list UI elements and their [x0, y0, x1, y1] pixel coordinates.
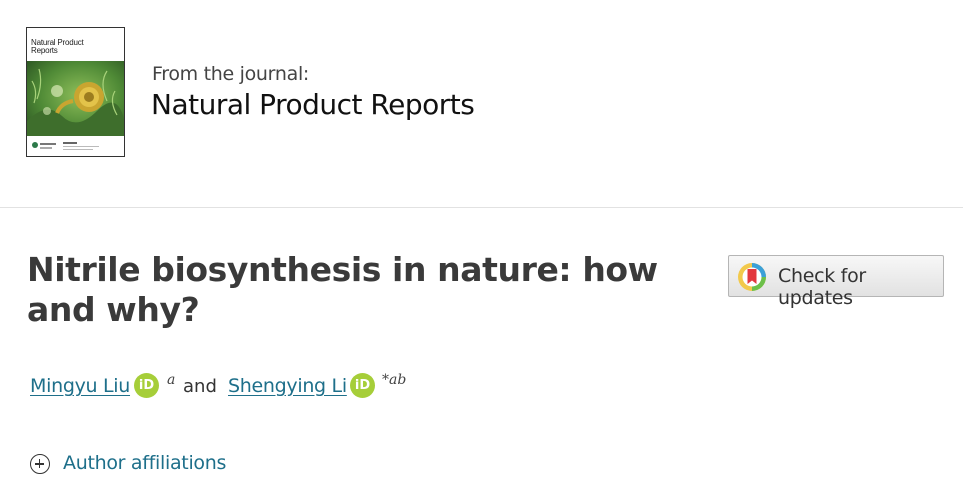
journal-header: Natural Product Reports From the journal… — [0, 0, 963, 207]
header-divider — [0, 207, 963, 208]
plus-circle-icon — [30, 454, 50, 474]
cover-footer-mark — [63, 149, 93, 150]
cover-artwork — [27, 61, 124, 137]
from-journal-label: From the journal: — [152, 63, 310, 85]
check-for-updates-label: Check for updates — [778, 265, 866, 309]
cover-footer-mark — [40, 147, 52, 149]
cover-footer-mark — [63, 146, 99, 147]
author-affiliation-superscript: *ab — [382, 372, 407, 388]
journal-cover-image[interactable]: Natural Product Reports — [26, 27, 125, 157]
author-joiner: and — [183, 376, 217, 397]
author-affiliations-label: Author affiliations — [63, 452, 227, 474]
orcid-icon[interactable]: iD — [134, 373, 159, 398]
orcid-icon[interactable]: iD — [350, 373, 375, 398]
cover-footer-mark — [63, 142, 77, 144]
author-link-mingyu-liu[interactable]: Mingyu Liu — [30, 375, 130, 397]
cover-footer-mark — [40, 143, 56, 145]
cover-footer — [27, 136, 124, 156]
author-affiliation-superscript: a — [167, 372, 176, 388]
journal-name-link[interactable]: Natural Product Reports — [151, 88, 475, 121]
publisher-logo-icon — [32, 142, 38, 148]
cover-title: Natural Product Reports — [31, 38, 84, 55]
author-link-shengying-li[interactable]: Shengying Li — [228, 375, 347, 397]
crossmark-icon — [738, 263, 766, 291]
article-title: Nitrile biosynthesis in nature: how and … — [27, 250, 658, 329]
check-for-updates-button[interactable]: Check for updates — [728, 255, 944, 309]
